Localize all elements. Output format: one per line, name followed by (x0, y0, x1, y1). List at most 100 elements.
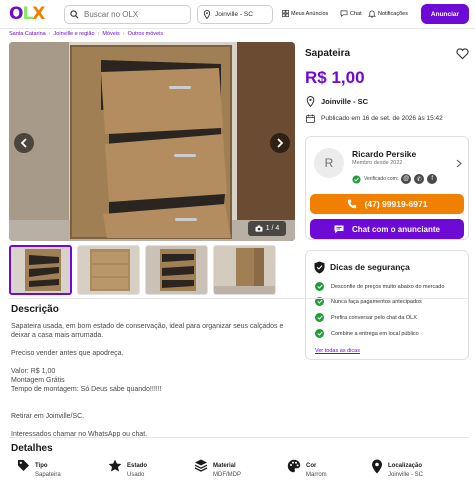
breadcrumb-separator: › (48, 31, 51, 37)
phone-number: (47) 99919-6971 (364, 199, 428, 209)
seller-member-since: Membro desde 2022 (352, 160, 403, 166)
seller-name[interactable]: Ricardo Persike (352, 149, 416, 159)
verified-check-icon (352, 174, 361, 184)
chat-seller-button[interactable]: Chat com o anunciante (310, 219, 464, 239)
detail-material: Material MDF/MDP (194, 459, 241, 478)
ad-published-text: Publicado em 16 de set. de 2026 às 15:42 (321, 115, 443, 122)
shield-icon (314, 261, 325, 274)
detail-condition: Estado Usado (108, 459, 147, 478)
thumbnail[interactable] (213, 245, 276, 295)
ad-price: R$ 1,00 (305, 68, 365, 87)
layers-icon (194, 459, 208, 472)
breadcrumb: Santa Catarina › Joinville e região › Móve… (9, 31, 163, 37)
tag-icon (18, 460, 29, 471)
thumbnail[interactable] (9, 245, 72, 295)
favorite-button[interactable] (456, 48, 469, 62)
detail-label: Tipo (35, 463, 48, 469)
verified-label: Verificado com: (364, 176, 399, 182)
safety-tip: Prefira conversar pelo chat da OLX (315, 313, 417, 322)
detail-label: Material (213, 463, 236, 469)
thumbnail-image (11, 247, 70, 293)
seller-card: R Ricardo Persike Membro desde 2022 Veri… (305, 136, 469, 240)
show-phone-button[interactable]: (47) 99919-6971 (310, 194, 464, 214)
details-title: Detalhes (11, 443, 53, 454)
description-text: Sapateira usada, em bom estado de conser… (11, 323, 284, 438)
photo-counter-text: 1 / 4 (265, 225, 280, 232)
thumbnail-image (78, 246, 139, 294)
safety-tip: Desconfie de preços muito abaixo do merc… (315, 282, 444, 291)
safety-tips-card: Dicas de segurança Desconfie de preços m… (305, 250, 469, 360)
photo-gallery[interactable] (9, 42, 295, 241)
breadcrumb-item[interactable]: Móveis (102, 31, 119, 37)
section-divider (9, 298, 469, 299)
thumbnail[interactable] (145, 245, 208, 295)
chevron-right-icon (277, 138, 284, 148)
detail-value: Usado (127, 472, 145, 478)
check-icon (315, 282, 324, 291)
safety-title: Dicas de segurança (330, 262, 410, 272)
location-pin-icon (203, 10, 211, 19)
ad-city: Joinville - SC (321, 97, 369, 106)
safety-tip-text: Nunca faça pagamentos antecipados (331, 298, 422, 305)
ad-location: Joinville - SC (306, 96, 368, 107)
nav-notifications[interactable]: Notificações (368, 10, 408, 18)
detail-label: Localização (388, 463, 423, 469)
top-header: OLX Buscar no OLX Joinville - SC Meus An… (0, 0, 475, 29)
chat-bubble-icon (334, 225, 344, 233)
nav-my-ads-label: Meus Anúncios (291, 10, 329, 17)
heart-icon (456, 48, 469, 60)
breadcrumb-item[interactable]: Outros móveis (128, 31, 163, 37)
all-safety-tips-link[interactable]: Ver todas as dicas (315, 348, 360, 354)
safety-tip-text: Prefira conversar pelo chat da OLX (331, 314, 417, 321)
grid-icon (282, 10, 289, 17)
location-selector[interactable]: Joinville - SC (197, 5, 273, 24)
detail-location: Localização Joinville - SC (371, 459, 423, 478)
detail-value: Sapateira (35, 472, 61, 478)
thumbnail-image (214, 246, 275, 294)
email-verified-icon: @ (401, 174, 412, 184)
detail-value: Joinville - SC (388, 472, 424, 478)
calendar-icon (306, 114, 315, 123)
check-icon (315, 329, 324, 338)
breadcrumb-separator: › (97, 31, 100, 37)
post-ad-button[interactable]: Anunciar (421, 4, 469, 24)
facebook-verified-icon: f (427, 174, 438, 184)
seller-avatar[interactable]: R (314, 148, 344, 178)
search-input[interactable]: Buscar no OLX (64, 5, 191, 24)
ad-title: Sapateira (305, 48, 351, 59)
location-value: Joinville - SC (215, 11, 253, 18)
breadcrumb-item[interactable]: Joinville e região (54, 31, 95, 37)
breadcrumb-separator: › (122, 31, 125, 37)
description-body: Sapateira usada, em bom estado de conser… (11, 322, 293, 439)
phone-verified-icon: ✆ (414, 174, 425, 184)
nav-chat[interactable]: Chat (340, 10, 362, 17)
nav-my-ads[interactable]: Meus Anúncios (282, 10, 328, 17)
star-icon (108, 459, 122, 472)
description-title: Descrição (11, 304, 59, 315)
bell-icon (368, 10, 376, 18)
next-photo-button[interactable] (270, 133, 290, 153)
check-icon (315, 313, 324, 322)
nav-chat-label: Chat (350, 10, 362, 17)
thumbnail-image (146, 246, 207, 294)
palette-icon (287, 459, 301, 473)
phone-icon (347, 199, 356, 209)
search-placeholder: Buscar no OLX (84, 10, 139, 19)
search-icon (70, 10, 79, 19)
photo-counter: 1 / 4 (248, 221, 286, 236)
detail-value: Marrom (306, 472, 327, 478)
safety-tip-text: Desconfie de preços muito abaixo do merc… (331, 283, 445, 290)
previous-photo-button[interactable] (14, 133, 34, 153)
section-divider (9, 437, 469, 438)
safety-tip: Combine a entrega em local público (315, 329, 419, 338)
detail-type: Tipo Sapateira (17, 459, 61, 478)
chevron-right-icon[interactable] (456, 159, 462, 168)
detail-color: Cor Marrom (287, 459, 327, 478)
olx-logo[interactable]: OLX (9, 5, 45, 23)
safety-tip-text: Combine a entrega em local público (331, 330, 419, 337)
seller-verification: Verificado com: @ ✆ f (352, 174, 438, 184)
breadcrumb-item[interactable]: Santa Catarina (9, 31, 46, 37)
ad-published: Publicado em 16 de set. de 2026 às 15:42 (306, 114, 443, 123)
chevron-left-icon (20, 138, 27, 148)
thumbnail[interactable] (77, 245, 140, 295)
